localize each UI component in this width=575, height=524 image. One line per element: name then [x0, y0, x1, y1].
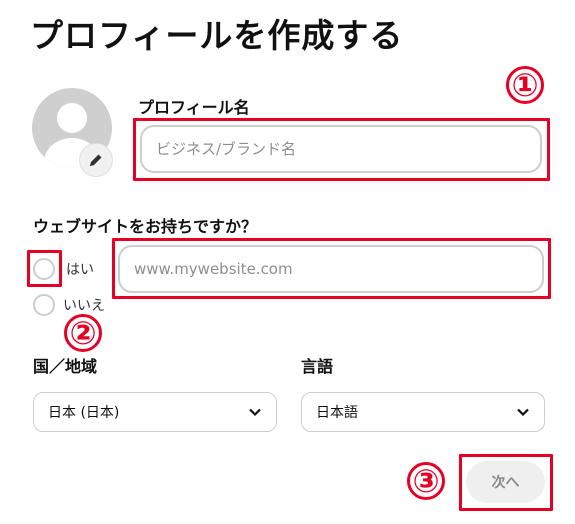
website-no-label: いいえ: [63, 298, 105, 314]
website-yes-radio[interactable]: [33, 258, 55, 280]
region-select[interactable]: 日本 (日本): [33, 392, 277, 432]
website-question: ウェブサイトをお持ちですか？: [33, 217, 258, 236]
profile-name-label: プロフィール名: [138, 98, 250, 117]
page-title: プロフィールを作成する: [30, 16, 404, 55]
edit-avatar-button[interactable]: [80, 144, 112, 176]
pencil-icon: [90, 154, 102, 166]
language-selected-value: 日本語: [316, 405, 358, 421]
annotation-marker-1: ①: [506, 66, 544, 104]
next-button[interactable]: 次へ: [466, 461, 545, 503]
profile-name-input[interactable]: [140, 125, 542, 173]
language-select[interactable]: 日本語: [301, 392, 545, 432]
annotation-marker-3: ③: [407, 462, 445, 500]
chevron-down-icon: [517, 408, 529, 417]
annotation-marker-2: ②: [64, 314, 102, 352]
website-yes-label: はい: [66, 262, 94, 278]
region-label: 国／地域: [33, 357, 98, 376]
region-selected-value: 日本 (日本): [48, 405, 120, 421]
language-label: 言語: [301, 357, 334, 376]
website-no-radio[interactable]: [33, 294, 55, 316]
chevron-down-icon: [249, 408, 261, 417]
website-url-input[interactable]: [118, 245, 544, 293]
